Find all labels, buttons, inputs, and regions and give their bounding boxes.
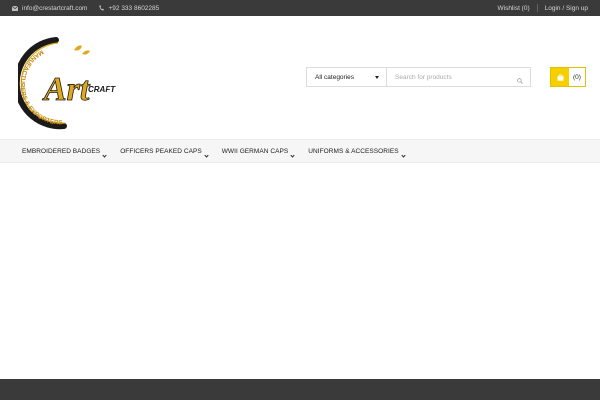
site-footer [0, 379, 600, 400]
chevron-down-icon [400, 152, 406, 158]
search-input[interactable] [387, 68, 530, 86]
top-bar-contact: info@crestartcraft.com +92 333 8602285 [12, 0, 159, 16]
top-bar-account: Wishlist (0) Login / Sign up [497, 0, 588, 16]
top-bar: info@crestartcraft.com +92 333 8602285 W… [0, 0, 600, 16]
logo-main-text: Art [42, 71, 91, 108]
nav-item-label: UNIFORMS & ACCESSORIES [308, 147, 399, 155]
shopping-bag-icon [557, 73, 563, 81]
cart-button[interactable]: (0) [550, 67, 586, 87]
cart-bag [551, 68, 569, 86]
chevron-down-icon [290, 152, 295, 158]
nav-item-officers-peaked-caps[interactable]: OFFICERS PEAKED CAPS [120, 147, 209, 158]
main-navigation: EMBROIDERED BADGES OFFICERS PEAKED CAPS … [0, 139, 600, 163]
top-bar-divider [536, 4, 538, 12]
chevron-down-icon [102, 152, 107, 158]
site-logo[interactable]: MANUFACTURERS & EXPORTERS Art CRAFT [13, 34, 118, 136]
nav-item-wwii-german-caps[interactable]: WWII GERMAN CAPS [221, 147, 295, 158]
chevron-down-icon [204, 152, 209, 158]
phone-link[interactable]: +92 333 8602285 [99, 5, 159, 12]
art-craft-logo-icon: MANUFACTURERS & EXPORTERS Art CRAFT [13, 37, 116, 130]
search-icon[interactable] [517, 78, 523, 84]
cart-count: (0) [573, 73, 581, 81]
caret-down-icon [375, 75, 379, 79]
email-link[interactable]: info@crestartcraft.com [12, 5, 87, 12]
login-signup-link[interactable]: Login / Sign up [545, 5, 588, 12]
logo-sub-text: CRAFT [88, 85, 116, 94]
email-text: info@crestartcraft.com [22, 4, 88, 12]
nav-item-label: EMBROIDERED BADGES [22, 147, 101, 155]
nav-item-label: OFFICERS PEAKED CAPS [120, 147, 202, 155]
site-header: MANUFACTURERS & EXPORTERS Art CRAFT All … [0, 16, 600, 139]
phone-text: +92 333 8602285 [108, 4, 160, 12]
category-select-value: All categories [315, 73, 355, 81]
product-search: All categories [306, 67, 531, 87]
nav-item-label: WWII GERMAN CAPS [221, 147, 289, 155]
nav-item-uniforms-accessories[interactable]: UNIFORMS & ACCESSORIES [308, 147, 406, 158]
category-select[interactable]: All categories [307, 68, 387, 86]
page-content [0, 163, 600, 379]
phone-icon [99, 5, 105, 11]
wishlist-link[interactable]: Wishlist (0) [497, 5, 529, 12]
nav-item-embroidered-badges[interactable]: EMBROIDERED BADGES [22, 147, 107, 158]
envelope-icon [12, 5, 18, 11]
